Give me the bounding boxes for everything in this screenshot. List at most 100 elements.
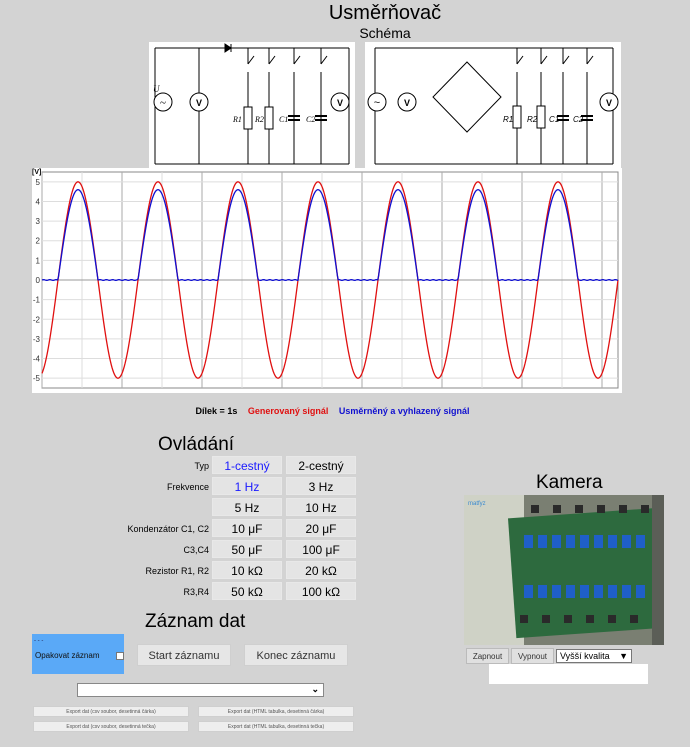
camera-quality-select[interactable]: Vyšší kvalita ▼: [556, 649, 632, 663]
capacitor-label: C1: [279, 115, 288, 124]
relay-component: [622, 535, 631, 548]
export-html-dot-button[interactable]: Export dat (HTML tabulka, desetinná tečk…: [198, 721, 354, 732]
control-row-label: Kondenzátor C1, C2: [127, 524, 209, 534]
relay-component: [524, 585, 533, 598]
relay-component: [566, 585, 575, 598]
recording-select[interactable]: ⌄: [77, 683, 324, 697]
control-option-button[interactable]: 2-cestný: [286, 456, 356, 474]
camera-off-button[interactable]: Vypnout: [511, 648, 554, 664]
chart-legend: Dílek = 1s Generovaný signál Usměrněný a…: [0, 406, 665, 416]
control-option-button[interactable]: 3 Hz: [286, 477, 356, 495]
relay-component: [636, 535, 645, 548]
terminal-block: [542, 615, 550, 623]
voltmeter-label: V: [196, 98, 202, 108]
svg-text:~: ~: [374, 97, 380, 109]
relay-component: [608, 535, 617, 548]
repeat-checkbox[interactable]: [116, 652, 124, 660]
repeat-recording-toggle[interactable]: - - - Opakovat záznam: [32, 634, 124, 674]
terminal-block: [520, 615, 528, 623]
camera-quality-value: Vyšší kvalita: [560, 651, 610, 661]
signal-chart: 5 4 3 2 1 0 -1 -2 -3 -4 -5 [V]: [32, 168, 622, 393]
y-tick-label: 1: [36, 256, 41, 265]
export-csv-dot-button[interactable]: Export dat (csv soubor, desetinná tečka): [33, 721, 189, 732]
camera-view: matfyz: [464, 495, 664, 645]
legend-rectified: Usměrněný a vyhlazený signál: [338, 406, 470, 416]
resistor-label: R1: [503, 115, 513, 124]
control-option-button[interactable]: 20 μF: [286, 519, 356, 537]
export-csv-comma-button[interactable]: Export dat (csv soubor, desetinná čárka): [33, 706, 189, 717]
start-recording-button[interactable]: Start záznamu: [137, 644, 231, 666]
y-tick-label: -5: [33, 374, 41, 383]
camera-on-button[interactable]: Zapnout: [466, 648, 509, 664]
control-option-button[interactable]: 10 kΩ: [212, 561, 282, 579]
capacitor-label: C1: [549, 115, 559, 124]
control-option-button[interactable]: 20 kΩ: [286, 561, 356, 579]
controls-heading: Ovládání: [158, 434, 235, 455]
control-option-button[interactable]: 5 Hz: [212, 498, 282, 516]
chevron-down-icon: ▼: [619, 651, 628, 661]
resistor-label: R1: [232, 115, 242, 124]
y-tick-label: -4: [33, 355, 41, 364]
legend-generated: Generovaný signál: [247, 406, 329, 416]
camera-status-area: [489, 664, 648, 684]
svg-text:~: ~: [160, 97, 166, 109]
relay-component: [580, 585, 589, 598]
relay-component: [552, 535, 561, 548]
relay-component: [524, 535, 533, 548]
relay-component: [594, 535, 603, 548]
control-option-button[interactable]: 1 Hz: [212, 477, 282, 495]
y-tick-label: -2: [33, 315, 41, 324]
control-option-button[interactable]: 100 kΩ: [286, 582, 356, 600]
recording-heading: Záznam dat: [145, 611, 246, 632]
y-tick-label: 4: [36, 197, 41, 206]
resistor-label: R2: [527, 115, 538, 124]
y-tick-label: -3: [33, 335, 41, 344]
terminal-block: [586, 615, 594, 623]
page-title: Usměrňovač: [328, 2, 442, 24]
half-wave-schematic: ~ V V U R1 R2 C1 C2: [149, 42, 355, 168]
full-wave-schematic: ~ V V R1 R2 C1 C2: [365, 42, 621, 168]
terminal-block: [575, 505, 583, 513]
resistor-label: R2: [254, 115, 264, 124]
camera-logo: matfyz: [468, 501, 486, 507]
repeat-recording-label: Opakovat záznam: [35, 651, 100, 660]
control-option-button[interactable]: 10 Hz: [286, 498, 356, 516]
terminal-block: [597, 505, 605, 513]
y-tick-label: 0: [36, 276, 41, 285]
relay-component: [622, 585, 631, 598]
terminal-block: [553, 505, 561, 513]
relay-component: [552, 585, 561, 598]
legend-division: Dílek = 1s: [195, 406, 238, 416]
control-option-button[interactable]: 1-cestný: [212, 456, 282, 474]
terminal-block: [531, 505, 539, 513]
control-option-button[interactable]: 10 μF: [212, 519, 282, 537]
capacitor-label: C2: [573, 115, 584, 124]
stop-recording-button[interactable]: Konec záznamu: [244, 644, 348, 666]
terminal-block: [630, 615, 638, 623]
source-label: U: [153, 84, 160, 94]
relay-component: [538, 535, 547, 548]
relay-component: [608, 585, 617, 598]
control-row-label: Rezistor R1, R2: [145, 566, 209, 576]
capacitor-label: C2: [306, 115, 315, 124]
control-row-label: Frekvence: [166, 482, 209, 492]
recording-select-value: [78, 689, 81, 699]
control-option-button[interactable]: 100 μF: [286, 540, 356, 558]
y-tick-label: 2: [36, 237, 41, 246]
y-tick-label: 5: [36, 178, 41, 187]
control-option-button[interactable]: 50 μF: [212, 540, 282, 558]
camera-heading: Kamera: [536, 472, 603, 493]
schema-title: Schéma: [359, 25, 411, 41]
terminal-block: [619, 505, 627, 513]
relay-component: [594, 585, 603, 598]
control-row-label: C3,C4: [183, 545, 209, 555]
control-option-button[interactable]: 50 kΩ: [212, 582, 282, 600]
relay-component: [580, 535, 589, 548]
y-tick-label: 3: [36, 217, 41, 226]
control-row-label: R3,R4: [183, 587, 209, 597]
control-row-label: Typ: [194, 461, 209, 471]
export-html-comma-button[interactable]: Export dat (HTML tabulka, desetinná čárk…: [198, 706, 354, 717]
relay-component: [566, 535, 575, 548]
voltmeter-label: V: [606, 98, 612, 108]
relay-component: [538, 585, 547, 598]
